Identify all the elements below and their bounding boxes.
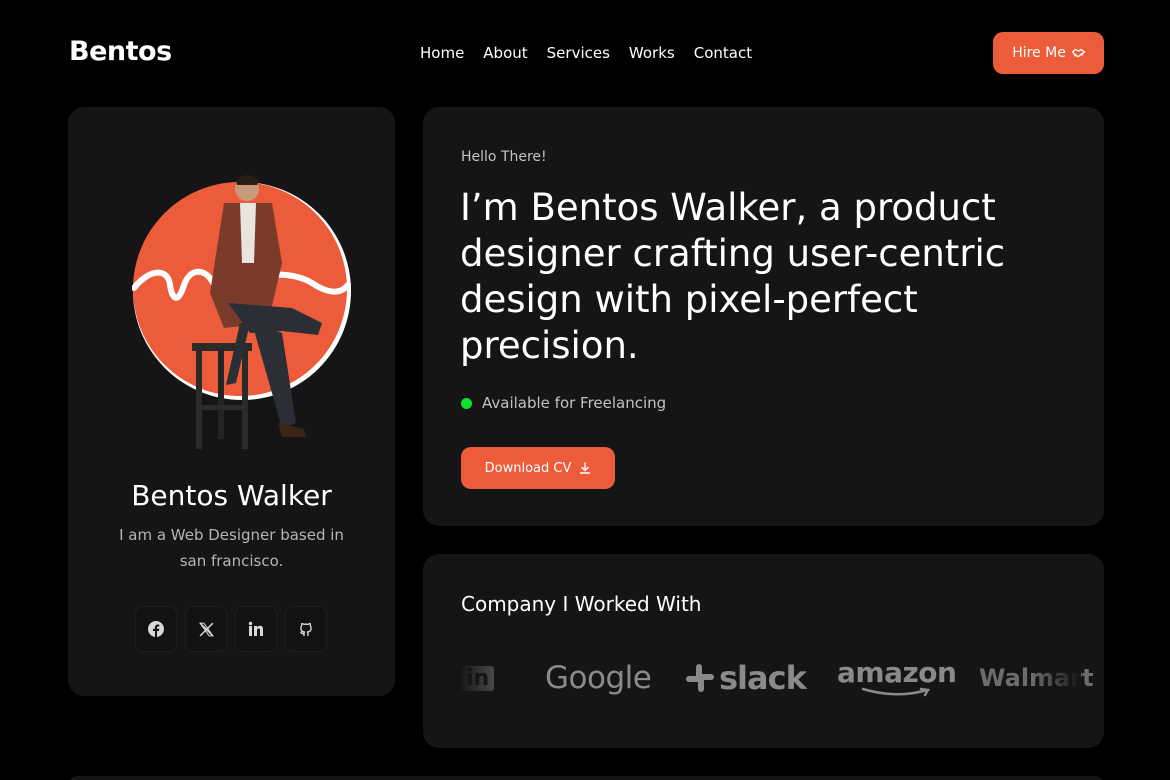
hero-card: Hello There! I’m Bentos Walker, a produc… <box>423 107 1104 526</box>
linkedin-link[interactable] <box>235 606 277 652</box>
github-link[interactable] <box>285 606 327 652</box>
companies-title: Company I Worked With <box>461 592 702 616</box>
amazon-smile-icon <box>861 687 930 697</box>
status-text: Available for Freelancing <box>482 394 667 412</box>
google-logo: Google <box>545 660 652 696</box>
download-icon <box>580 462 591 474</box>
logos-fade-left <box>459 646 509 706</box>
hero-headline: I’m Bentos Walker, a product designer cr… <box>460 186 1006 367</box>
handshake-icon <box>1071 48 1085 57</box>
nav-about[interactable]: About <box>483 44 527 62</box>
profile-bio: I am a Web Designer based in san francis… <box>119 526 344 570</box>
greeting: Hello There! <box>461 149 547 165</box>
linkedin-icon <box>248 621 263 636</box>
profile-photo <box>132 175 351 449</box>
hire-me-button[interactable]: Hire Me <box>993 32 1104 74</box>
download-cv-button[interactable]: Download CV <box>461 447 615 489</box>
nav-works[interactable]: Works <box>629 44 675 62</box>
logos-fade-right <box>1033 646 1081 706</box>
companies-card: Company I Worked With in Google slack am… <box>423 554 1104 748</box>
nav-home[interactable]: Home <box>420 44 464 62</box>
main-nav: Home About Services Works Contact <box>420 44 752 62</box>
company-logos: in Google slack amazon Walmart <box>461 652 1094 704</box>
slack-logo: slack <box>685 652 807 704</box>
amazon-logo: amazon <box>837 652 957 704</box>
status-dot <box>461 397 472 409</box>
profile-name: Bentos Walker <box>131 479 332 512</box>
download-cv-label: Download CV <box>484 460 572 476</box>
site-logo[interactable]: Bentos <box>69 36 172 67</box>
next-section-card <box>68 776 1104 780</box>
nav-services[interactable]: Services <box>547 44 610 62</box>
profile-card: Bentos Walker I am a Web Designer based … <box>68 107 395 696</box>
x-icon <box>198 622 214 636</box>
x-link[interactable] <box>185 606 227 652</box>
nav-contact[interactable]: Contact <box>694 44 752 62</box>
facebook-link[interactable] <box>135 606 177 652</box>
github-icon <box>299 622 312 636</box>
facebook-icon <box>148 621 164 637</box>
hire-me-label: Hire Me <box>1012 45 1066 61</box>
availability-status: Available for Freelancing <box>461 394 666 412</box>
social-links <box>135 606 327 652</box>
slack-icon <box>686 664 714 692</box>
